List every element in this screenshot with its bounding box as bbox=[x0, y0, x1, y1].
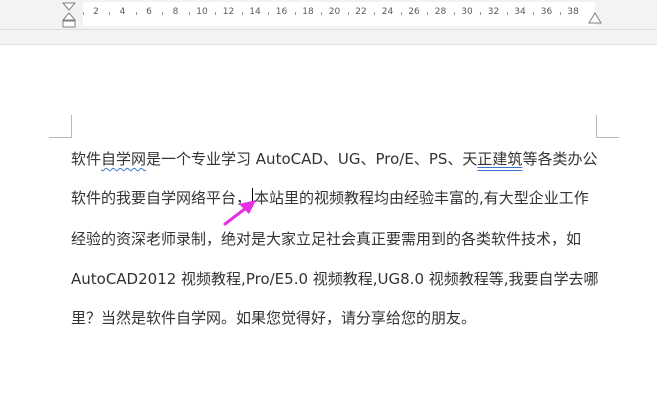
ruler-tick-label: 34 bbox=[514, 7, 526, 17]
ruler-tick-label: 38 bbox=[567, 7, 579, 17]
ruler-minor-tick bbox=[82, 12, 84, 15]
ruler-minor-tick bbox=[268, 12, 270, 15]
page-gap bbox=[0, 30, 657, 44]
ruler-minor-tick bbox=[559, 12, 561, 15]
text-segment: 等各类办公 bbox=[522, 150, 598, 168]
document-line-2[interactable]: 软件的我要自学网络平台， 本站里的视频教程均由经验丰富的,有大型企业工作 bbox=[71, 187, 589, 208]
ruler-minor-tick bbox=[400, 12, 402, 15]
document-line-1[interactable]: 软件自学网是一个专业学习 AutoCAD、UG、Pro/E、PS、天正建筑等各类… bbox=[71, 148, 597, 169]
ruler-minor-tick bbox=[188, 12, 190, 15]
ruler-tick-label: 12 bbox=[222, 7, 235, 17]
ruler-minor-tick bbox=[321, 12, 323, 15]
horizontal-ruler[interactable]: 2 4 6 8 10 12 14 16 18 20 22 24 26 28 30 32 34 36 38 bbox=[0, 0, 657, 30]
ruler-tick-label: 14 bbox=[249, 7, 261, 17]
document-line-5[interactable]: 里？当然是软件自学网。如果您觉得好，请分享给您的朋友。 bbox=[71, 307, 476, 328]
ruler-tick-label: 4 bbox=[119, 7, 126, 17]
ruler-minor-tick bbox=[506, 12, 508, 15]
text-segment: 本站里的视频教程均由经验丰富的,有大型企业工作 bbox=[254, 189, 589, 207]
ruler-minor-tick bbox=[480, 12, 482, 15]
document-line-3[interactable]: 经验的资深老师录制，绝对是大家立足社会真正要需用到的各类软件技术，如 bbox=[71, 228, 581, 249]
margin-corner-top-right bbox=[596, 115, 619, 138]
ruler-minor-tick bbox=[453, 12, 455, 15]
ruler-minor-tick bbox=[533, 12, 535, 15]
right-indent-marker-icon[interactable] bbox=[588, 12, 602, 24]
page-top-edge bbox=[0, 44, 657, 45]
ruler-tick-label: 6 bbox=[146, 7, 152, 17]
ruler-minor-tick bbox=[294, 12, 296, 15]
text-segment: 是一个专业学习 AutoCAD、UG、Pro/E、PS、天 bbox=[146, 150, 478, 168]
text-segment: 软件 bbox=[71, 150, 102, 168]
ruler-tick-label: 26 bbox=[408, 7, 420, 17]
ruler-minor-tick bbox=[215, 12, 217, 15]
document-line-4[interactable]: AutoCAD2012 视频教程,Pro/E5.0 视频教程,UG8.0 视频教… bbox=[71, 268, 599, 289]
ruler-minor-tick bbox=[374, 12, 376, 15]
ruler-tick-label: 8 bbox=[172, 7, 179, 17]
ruler-minor-tick bbox=[241, 12, 243, 15]
ruler-tick-label: 18 bbox=[302, 7, 314, 17]
ruler-tick-label: 16 bbox=[275, 7, 288, 17]
ruler-tick-label: 32 bbox=[487, 7, 500, 17]
ruler-minor-tick bbox=[135, 12, 137, 15]
left-indent-marker-icon[interactable] bbox=[62, 2, 76, 28]
ruler-tick-label: 30 bbox=[461, 7, 473, 17]
ruler-tick-label: 20 bbox=[328, 7, 341, 17]
ruler-minor-tick bbox=[427, 12, 429, 15]
ruler-tick-label: 36 bbox=[540, 7, 553, 17]
grammar-underlined-text[interactable]: 正建筑 bbox=[477, 150, 522, 168]
ruler-tick-label: 22 bbox=[355, 7, 367, 17]
ruler-tick-label: 24 bbox=[381, 7, 394, 17]
ruler-minor-tick bbox=[109, 12, 111, 15]
pointer-arrow-icon bbox=[223, 200, 256, 226]
ruler-minor-tick bbox=[162, 12, 164, 15]
ruler-tick-label: 2 bbox=[93, 7, 99, 17]
margin-corner-top-left bbox=[49, 115, 72, 138]
ruler-tick-label: 28 bbox=[434, 7, 447, 17]
ruler-minor-tick bbox=[347, 12, 349, 15]
spellcheck-underlined-text[interactable]: 自学网 bbox=[101, 150, 146, 168]
ruler-tick-label: 10 bbox=[196, 7, 208, 17]
